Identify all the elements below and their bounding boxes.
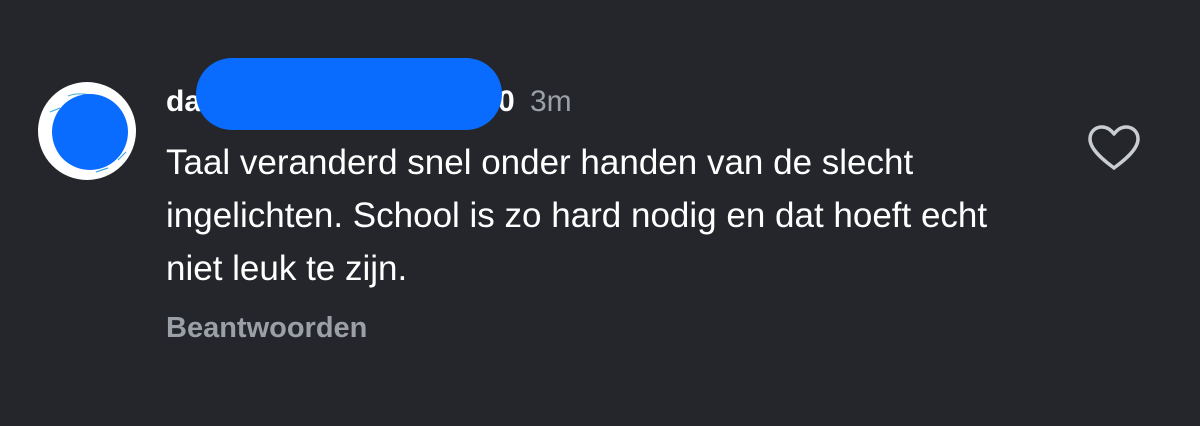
comment-item: da 0 3m Taal veranderd snel onder handen… bbox=[0, 0, 1200, 426]
like-button[interactable] bbox=[1086, 124, 1142, 172]
avatar[interactable] bbox=[38, 82, 136, 180]
avatar-image bbox=[49, 93, 128, 173]
timestamp: 3m bbox=[530, 85, 572, 118]
redaction-overlay bbox=[196, 58, 502, 130]
heart-outline-icon bbox=[1088, 125, 1140, 170]
comment-text: Taal veranderd snel onder handen van de … bbox=[166, 143, 988, 288]
reply-button[interactable]: Beantwoorden bbox=[166, 308, 367, 348]
